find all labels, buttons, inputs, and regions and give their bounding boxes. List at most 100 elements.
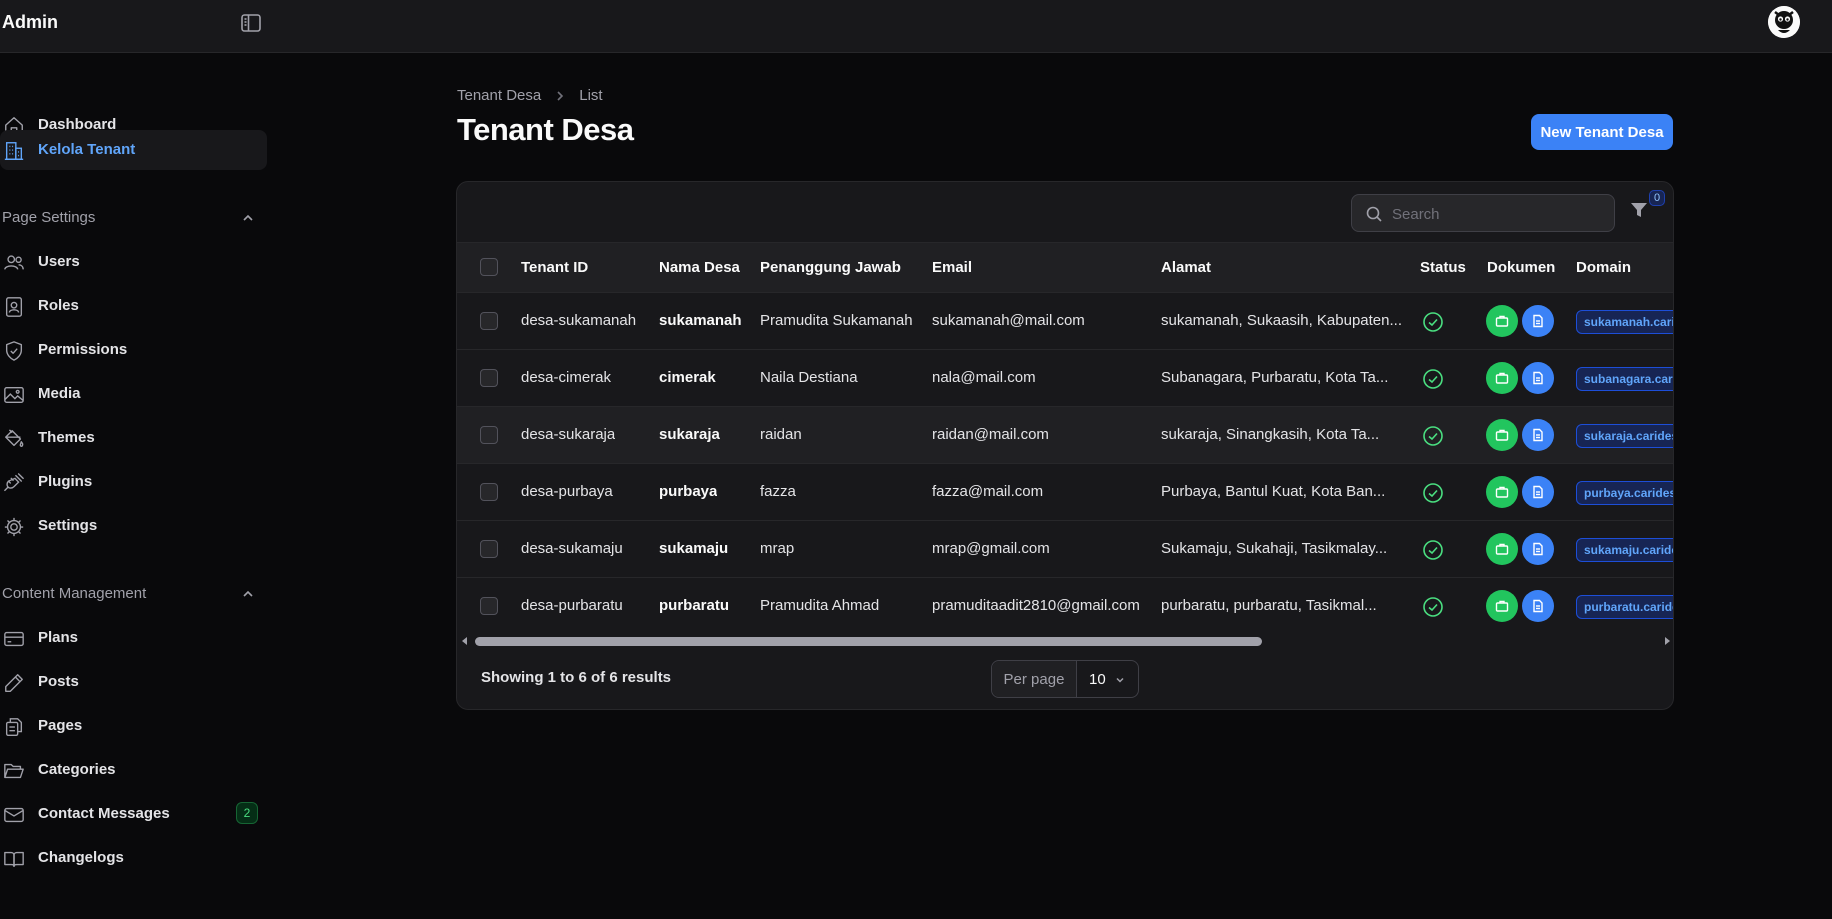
cell-penanggung-jawab: Pramudita Ahmad — [760, 597, 880, 614]
sidebar-item-users[interactable]: Users — [0, 242, 267, 282]
column-header-domain[interactable]: Domain — [1576, 259, 1631, 276]
book-open-icon — [3, 848, 25, 870]
new-tenant-desa-button[interactable]: New Tenant Desa — [1531, 114, 1673, 150]
user-avatar[interactable] — [1768, 6, 1800, 38]
table-row[interactable]: desa-sukamanah sukamanah Pramudita Sukam… — [457, 293, 1673, 350]
sidebar-item-label: Categories — [38, 761, 116, 778]
table-row[interactable]: desa-cimerak cimerak Naila Destiana nala… — [457, 350, 1673, 407]
briefcase-icon[interactable] — [1486, 362, 1518, 394]
per-page-selected: 10 — [1089, 670, 1106, 688]
per-page-value[interactable]: 10 — [1077, 661, 1138, 697]
sidebar-item-posts[interactable]: Posts — [0, 662, 267, 702]
cell-penanggung-jawab: raidan — [760, 426, 802, 443]
briefcase-icon[interactable] — [1486, 419, 1518, 451]
sidebar-item-kelola-tenant[interactable]: Kelola Tenant — [0, 130, 267, 170]
check-circle-icon — [1422, 539, 1444, 561]
filter-icon[interactable] — [1629, 200, 1651, 222]
sidebar-item-media[interactable]: Media — [0, 374, 267, 414]
domain-badge[interactable]: sukamanah.caridesa — [1576, 310, 1673, 334]
sidebar-item-changelogs[interactable]: Changelogs — [0, 838, 267, 878]
id-card-icon — [3, 296, 25, 318]
document-icon[interactable] — [1522, 362, 1554, 394]
table-row[interactable]: desa-purbaya purbaya fazza fazza@mail.co… — [457, 464, 1673, 521]
cell-email: raidan@mail.com — [932, 426, 1049, 443]
sidebar-item-label: Media — [38, 385, 81, 402]
cell-nama-desa: cimerak — [659, 369, 716, 386]
sidebar-item-label: Users — [38, 253, 80, 270]
check-circle-icon — [1422, 311, 1444, 333]
row-checkbox[interactable] — [480, 312, 498, 330]
sidebar: Dashboard Kelola Tenant Page Settings Us… — [0, 53, 275, 919]
cell-alamat: purbaratu, purbaratu, Tasikmal... — [1161, 597, 1377, 614]
domain-badge[interactable]: subanagara.caridesa — [1576, 367, 1673, 391]
document-icon[interactable] — [1522, 419, 1554, 451]
column-header-nama-desa[interactable]: Nama Desa — [659, 259, 740, 276]
briefcase-icon[interactable] — [1486, 533, 1518, 565]
document-icon[interactable] — [1522, 305, 1554, 337]
table-row[interactable]: desa-sukaraja sukaraja raidan raidan@mai… — [457, 407, 1673, 464]
sidebar-item-permissions[interactable]: Permissions — [0, 330, 267, 370]
cell-penanggung-jawab: Naila Destiana — [760, 369, 858, 386]
sidebar-item-settings[interactable]: Settings — [0, 506, 267, 546]
cell-nama-desa: sukamanah — [659, 312, 742, 329]
row-checkbox[interactable] — [480, 426, 498, 444]
briefcase-icon[interactable] — [1486, 476, 1518, 508]
credit-card-icon — [3, 628, 25, 650]
document-icon[interactable] — [1522, 533, 1554, 565]
table-row[interactable]: desa-sukamaju sukamaju mrap mrap@gmail.c… — [457, 521, 1673, 578]
cell-email: mrap@gmail.com — [932, 540, 1050, 557]
select-all-checkbox[interactable] — [480, 258, 498, 276]
domain-badge[interactable]: purbaya.caridesa — [1576, 481, 1673, 505]
table-row[interactable]: desa-purbaratu purbaratu Pramudita Ahmad… — [457, 578, 1673, 635]
document-icon[interactable] — [1522, 590, 1554, 622]
scroll-right-arrow-icon[interactable] — [1662, 636, 1672, 646]
column-header-tenant-id[interactable]: Tenant ID — [521, 259, 588, 276]
column-header-email[interactable]: Email — [932, 259, 972, 276]
sidebar-item-contact-messages[interactable]: Contact Messages 2 — [0, 794, 267, 834]
cell-alamat: Subanagara, Purbaratu, Kota Ta... — [1161, 369, 1389, 386]
building-icon — [3, 140, 25, 162]
breadcrumb-link-tenant-desa[interactable]: Tenant Desa — [457, 87, 541, 104]
sidebar-item-themes[interactable]: Themes — [0, 418, 267, 458]
filter-count-badge: 0 — [1649, 190, 1665, 206]
row-checkbox[interactable] — [480, 540, 498, 558]
row-checkbox[interactable] — [480, 369, 498, 387]
column-header-dokumen[interactable]: Dokumen — [1487, 259, 1555, 276]
search-field[interactable] — [1351, 194, 1615, 232]
domain-badge[interactable]: purbaratu.caridesa — [1576, 595, 1673, 619]
row-checkbox[interactable] — [480, 483, 498, 501]
paint-bucket-icon — [3, 428, 25, 450]
cell-email: fazza@mail.com — [932, 483, 1044, 500]
sidebar-item-roles[interactable]: Roles — [0, 286, 267, 326]
horizontal-scrollbar[interactable] — [457, 634, 1673, 648]
brand-title[interactable]: Admin — [2, 12, 58, 33]
sidebar-item-plugins[interactable]: Plugins — [0, 462, 267, 502]
scroll-left-arrow-icon[interactable] — [460, 636, 470, 646]
column-header-status[interactable]: Status — [1420, 259, 1466, 276]
chevron-up-icon[interactable] — [240, 210, 256, 226]
sidebar-item-categories[interactable]: Categories — [0, 750, 267, 790]
sidebar-item-plans[interactable]: Plans — [0, 618, 267, 658]
table-footer: Showing 1 to 6 of 6 results Per page 10 — [457, 648, 1673, 709]
image-icon — [3, 384, 25, 406]
domain-badge[interactable]: sukaraja.caridesa — [1576, 424, 1673, 448]
chevron-up-icon[interactable] — [240, 586, 256, 602]
column-header-alamat[interactable]: Alamat — [1161, 259, 1211, 276]
cell-tenant-id: desa-cimerak — [521, 369, 612, 386]
sidebar-item-label: Settings — [38, 517, 98, 534]
document-icon[interactable] — [1522, 476, 1554, 508]
briefcase-icon[interactable] — [1486, 590, 1518, 622]
domain-badge[interactable]: sukamaju.caridesa — [1576, 538, 1673, 562]
check-circle-icon — [1422, 368, 1444, 390]
sidebar-item-pages[interactable]: Pages — [0, 706, 267, 746]
breadcrumb: Tenant Desa List — [457, 87, 603, 104]
sidebar-toggle-icon[interactable] — [240, 13, 262, 33]
briefcase-icon[interactable] — [1486, 305, 1518, 337]
row-checkbox[interactable] — [480, 597, 498, 615]
scrollbar-thumb[interactable] — [475, 637, 1262, 646]
cell-email: sukamanah@mail.com — [932, 312, 1085, 329]
per-page-select[interactable]: Per page 10 — [991, 660, 1139, 698]
column-header-penanggung-jawab[interactable]: Penanggung Jawab — [760, 259, 901, 276]
cell-tenant-id: desa-sukamanah — [521, 312, 637, 329]
search-input[interactable] — [1392, 203, 1602, 225]
